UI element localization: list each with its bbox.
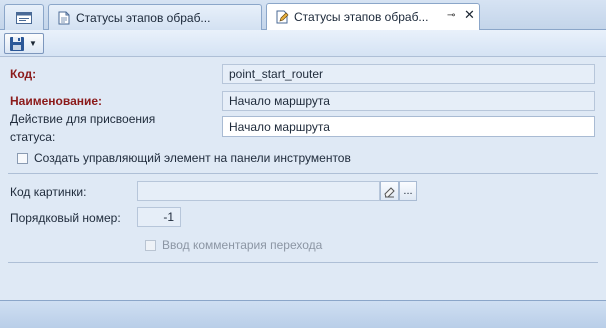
eraser-icon [384, 186, 395, 197]
create-toolbar-element-checkbox[interactable] [17, 153, 28, 164]
transition-comment-checkbox[interactable] [145, 240, 156, 251]
browse-image-button[interactable]: ... [399, 181, 417, 201]
clear-image-button[interactable] [380, 181, 399, 201]
tab-strip: Статусы этапов обраб... Статусы этапов о… [0, 0, 606, 30]
save-button[interactable]: ▼ [4, 33, 44, 54]
divider [8, 262, 598, 263]
code-field[interactable]: point_start_router [222, 64, 595, 84]
image-code-label: Код картинки: [10, 185, 87, 199]
tab-label: Статусы этапов обраб... [76, 10, 211, 25]
chevron-down-icon[interactable]: ▼ [29, 39, 37, 48]
tab-label: Статусы этапов обраб... [294, 10, 429, 24]
status-bar [0, 300, 606, 328]
code-label: Код: [10, 67, 37, 81]
edit-document-icon [276, 10, 289, 24]
order-label: Порядковый номер: [10, 211, 121, 225]
window-list-icon [16, 11, 32, 24]
order-field[interactable]: -1 [137, 207, 181, 227]
transition-comment-label: Ввод комментария перехода [162, 238, 323, 252]
image-code-field[interactable] [137, 181, 380, 201]
tab-status-stages-1[interactable]: Статусы этапов обраб... [48, 4, 262, 30]
tab-list-button[interactable] [4, 4, 44, 30]
pin-icon[interactable]: ⊸ [447, 10, 455, 21]
action-label-line2: статуса: [10, 130, 56, 144]
tab-status-stages-2[interactable]: Статусы этапов обраб... ⊸ ✕ [266, 3, 480, 30]
action-field[interactable]: Начало маршрута [222, 116, 595, 137]
toolbar: ▼ [0, 30, 606, 57]
name-field[interactable]: Начало маршрута [222, 91, 595, 111]
action-label-line1: Действие для присвоения [10, 112, 156, 126]
name-label: Наименование: [10, 94, 103, 108]
document-icon [58, 11, 70, 24]
close-icon[interactable]: ✕ [464, 7, 475, 23]
create-toolbar-element-label: Создать управляющий элемент на панели ин… [34, 151, 351, 165]
form-panel: Код: point_start_router Наименование: На… [0, 57, 606, 300]
divider [8, 173, 598, 174]
save-icon [10, 36, 24, 51]
